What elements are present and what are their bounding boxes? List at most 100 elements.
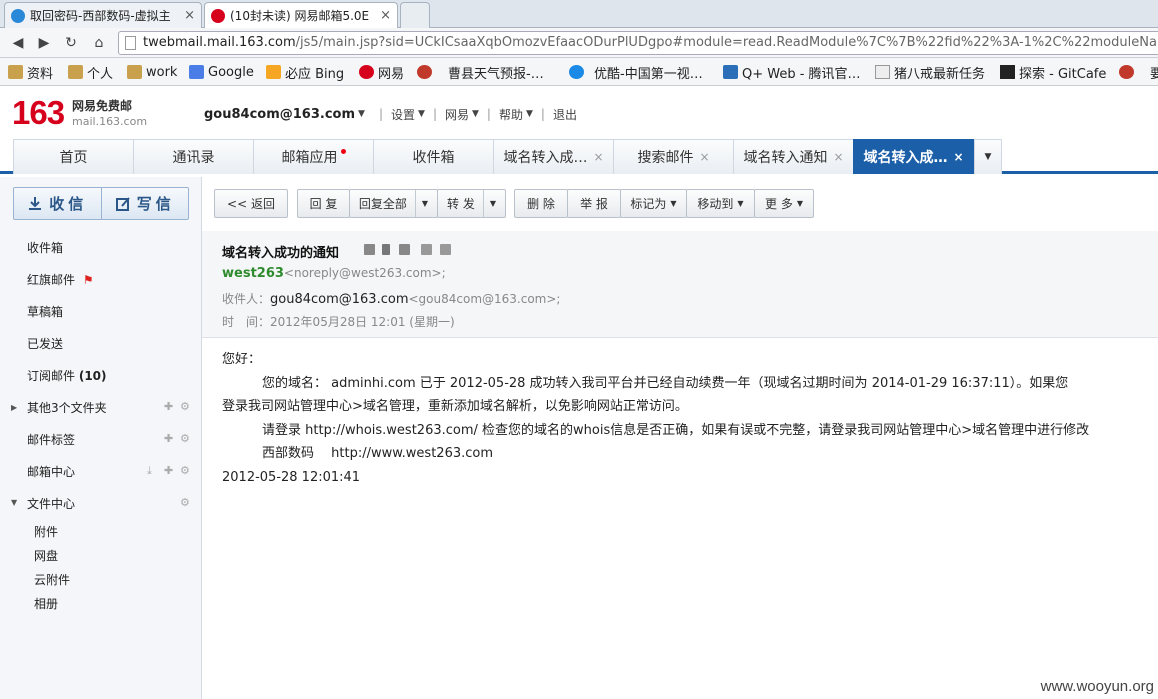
forward-button[interactable]: 转 发 ▼ <box>437 189 506 218</box>
tab-inbox[interactable]: 收件箱 <box>373 139 494 174</box>
sidebar-item-cloud-attachments[interactable]: 云附件 <box>34 571 70 588</box>
report-button[interactable]: 举 报 <box>567 189 621 218</box>
tab-home[interactable]: 首页 <box>13 139 134 174</box>
tab-search-mail[interactable]: 搜索邮件 × <box>613 139 734 174</box>
chevron-down-icon[interactable]: ▼ <box>414 190 428 217</box>
tab-domain-notice[interactable]: 域名转入通知 × <box>733 139 854 174</box>
bookmark-link[interactable]: 优酷-中国第一视… <box>569 63 703 82</box>
tab-contacts[interactable]: 通讯录 <box>133 139 254 174</box>
address-bar[interactable]: twebmail.mail.163.com/js5/main.jsp?sid=U… <box>118 31 1158 55</box>
bookmark-folder[interactable]: 个人 <box>68 63 113 82</box>
recipient-name[interactable]: gou84com@163.com <box>270 292 408 307</box>
close-tab-icon[interactable]: × <box>380 8 391 23</box>
tab-current-mail[interactable]: 域名转入成… × <box>853 139 974 174</box>
sidebar-item-netdisk[interactable]: 网盘 <box>34 547 58 564</box>
close-icon[interactable]: × <box>593 150 603 164</box>
logo-163[interactable]: 163 <box>12 94 65 132</box>
weather-icon <box>417 65 432 79</box>
gear-icon[interactable]: ⚙ <box>180 464 190 477</box>
new-tab-button[interactable] <box>400 2 430 28</box>
account-name[interactable]: gou84com@163.com <box>204 107 355 122</box>
netease-link[interactable]: 网易 <box>445 106 469 123</box>
bing-icon <box>266 65 281 79</box>
sidebar-item-drafts[interactable]: 草稿箱 <box>27 303 63 320</box>
bookmark-link[interactable]: 探索 - GitCafe <box>1000 63 1106 82</box>
bookmark-link[interactable]: 要 <box>1119 63 1158 82</box>
bookmark-link[interactable]: 猪八戒最新任务 <box>875 63 985 82</box>
help-link[interactable]: 帮助 <box>499 106 523 123</box>
sidebar-item-labels[interactable]: 邮件标签 <box>27 431 75 448</box>
chevron-down-icon[interactable]: ▼ <box>526 109 533 119</box>
bookmark-link[interactable]: 必应 Bing <box>266 63 344 82</box>
bookmark-link[interactable]: Q+ Web - 腾讯官… <box>723 63 861 82</box>
chevron-down-icon[interactable]: ▼ <box>482 190 496 217</box>
logout-link[interactable]: 退出 <box>553 106 577 123</box>
gear-icon[interactable]: ⚙ <box>180 496 190 509</box>
add-icon[interactable]: ✚ <box>164 464 173 477</box>
close-icon[interactable]: × <box>699 150 709 164</box>
note-icon[interactable] <box>421 244 432 255</box>
forward-arrow-icon[interactable]: ▶ <box>35 33 53 53</box>
sidebar-item-other-folders[interactable]: 其他3个文件夹 <box>27 399 107 416</box>
sidebar-item-file-center[interactable]: 文件中心 <box>27 495 75 512</box>
chevron-down-icon[interactable]: ▼ <box>358 109 365 119</box>
reply-button[interactable]: 回 复 <box>297 189 350 218</box>
sidebar-item-albums[interactable]: 相册 <box>34 595 58 612</box>
delete-button[interactable]: 删 除 <box>514 189 568 218</box>
tab-overflow-button[interactable]: ▼ <box>974 139 1002 174</box>
more-button[interactable]: 更 多 ▼ <box>754 189 814 218</box>
tab-label: 邮箱应用 <box>281 150 338 166</box>
envelope-icon[interactable] <box>364 244 375 255</box>
receive-button[interactable]: 收信 <box>14 188 101 219</box>
time-label: 时 间： <box>222 315 271 329</box>
gitcafe-icon <box>1000 65 1015 79</box>
sidebar-item-subscriptions[interactable]: 订阅邮件 (10) <box>27 367 107 384</box>
sender-name[interactable]: west263 <box>222 266 284 281</box>
add-icon[interactable]: ✚ <box>164 432 173 445</box>
bookmark-link[interactable]: 曹县天气预报-… <box>417 63 544 82</box>
close-icon[interactable]: × <box>833 150 843 164</box>
mark-as-button[interactable]: 标记为 ▼ <box>620 189 687 218</box>
tab-read-mail[interactable]: 域名转入成… × <box>493 139 614 174</box>
recipient-line: 收件人：gou84com@163.com<gou84com@163.com>; <box>222 290 560 307</box>
google-icon <box>189 65 204 79</box>
sidebar-item-flagged[interactable]: 红旗邮件 ⚑ <box>27 271 94 288</box>
print-icon[interactable] <box>440 244 451 255</box>
gear-icon[interactable]: ⚙ <box>180 432 190 445</box>
gear-icon[interactable]: ⚙ <box>180 400 190 413</box>
home-icon[interactable]: ⌂ <box>90 33 108 53</box>
close-tab-icon[interactable]: × <box>184 8 195 23</box>
new-dot-icon <box>340 148 346 154</box>
tab-apps[interactable]: 邮箱应用 <box>253 139 374 174</box>
bookmark-label: 优酷-中国第一视… <box>594 66 703 82</box>
bookmark-label: 曹县天气预报-… <box>448 66 544 82</box>
chevron-down-icon[interactable]: ▼ <box>472 109 479 119</box>
bookmark-link[interactable]: 网易 <box>359 63 404 82</box>
flag-icon[interactable] <box>382 244 390 255</box>
browser-tab-west263[interactable]: 取回密码-西部数码-虚拟主 × <box>4 2 202 28</box>
chevron-down-icon[interactable]: ▼ <box>418 109 425 119</box>
tab-label: 搜索邮件 <box>637 150 694 166</box>
browser-tab-163mail[interactable]: (10封未读) 网易邮箱5.0E × <box>204 2 398 28</box>
bookmark-folder[interactable]: 资料 <box>8 63 53 82</box>
bookmark-link[interactable]: Google <box>189 63 254 81</box>
move-to-button[interactable]: 移动到 ▼ <box>686 189 755 218</box>
close-icon[interactable]: × <box>953 150 963 164</box>
sidebar-item-mail-center[interactable]: 邮箱中心 <box>27 463 75 480</box>
bookmarks-bar: 资料 个人 work Google 必应 Bing 网易 曹县天气预报-… 优酷… <box>0 58 1158 86</box>
collapse-arrow-icon[interactable]: ▼ <box>11 498 17 507</box>
sidebar-item-inbox[interactable]: 收件箱 <box>27 239 63 256</box>
expand-arrow-icon[interactable]: ▶ <box>11 403 17 412</box>
reply-all-button[interactable]: 回复全部 ▼ <box>349 189 438 218</box>
bookmark-folder[interactable]: work <box>127 63 177 81</box>
compose-button[interactable]: 写信 <box>100 188 189 219</box>
reload-icon[interactable]: ↻ <box>62 33 80 53</box>
calendar-icon[interactable] <box>399 244 410 255</box>
add-icon[interactable]: ✚ <box>164 400 173 413</box>
back-button[interactable]: << 返回 <box>214 189 288 218</box>
download-icon[interactable]: ⤓ <box>147 464 152 478</box>
back-arrow-icon[interactable]: ◀ <box>9 33 27 53</box>
sidebar-item-sent[interactable]: 已发送 <box>27 335 63 352</box>
settings-link[interactable]: 设置 <box>391 106 415 123</box>
sidebar-item-attachments[interactable]: 附件 <box>34 523 58 540</box>
